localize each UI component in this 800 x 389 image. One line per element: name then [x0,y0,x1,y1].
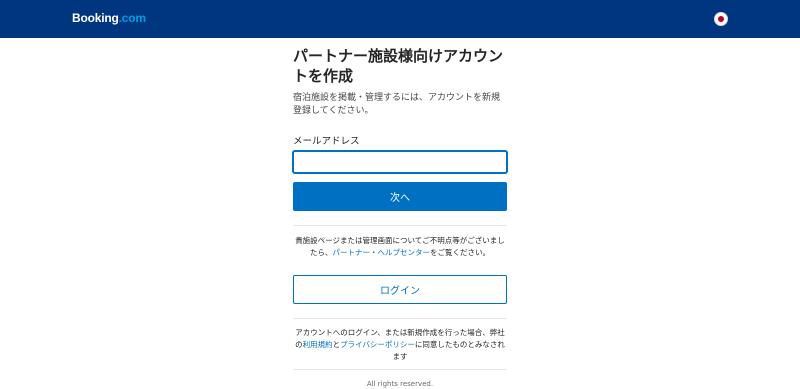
page-title: パートナー施設様向けアカウントを作成 [293,47,504,85]
signup-panel: パートナー施設様向けアカウントを作成 宿泊施設を掲載・管理するには、アカウントを… [293,46,507,389]
logo-suffix-text: .com [118,11,146,25]
top-navigation-bar: Booking.com [0,0,800,38]
booking-logo[interactable]: Booking.com [72,11,146,25]
email-input[interactable] [293,151,507,173]
logo-main-text: Booking [72,11,119,25]
divider [293,369,507,370]
privacy-policy-link[interactable]: プライバシーポリシー [340,340,415,349]
terms-of-service-link[interactable]: 利用規約 [303,340,333,349]
partner-help-center-link[interactable]: パートナー・ヘルプセンター [333,248,431,257]
page-subtitle: 宿泊施設を掲載・管理するには、アカウントを新規登録してください。 [293,93,501,116]
help-text-after: をご覧ください。 [430,248,490,257]
japan-flag-icon[interactable] [714,12,728,26]
email-label: メールアドレス [293,136,360,147]
divider [293,318,507,319]
next-button[interactable]: 次へ [293,182,507,211]
flag-sun-circle [718,16,724,22]
footer-copyright: All rights reserved. [366,380,434,388]
terms-text: アカウントへのログイン、または新規作成を行った場合、弊社の利用規約とプライバシー… [293,327,507,363]
terms-text-middle: と [332,340,341,349]
divider [293,225,507,226]
login-button[interactable]: ログイン [293,275,507,304]
help-center-text: 貴施設ページまたは管理画面についてご不明点等がございましたら、パートナー・ヘルプ… [293,235,507,259]
